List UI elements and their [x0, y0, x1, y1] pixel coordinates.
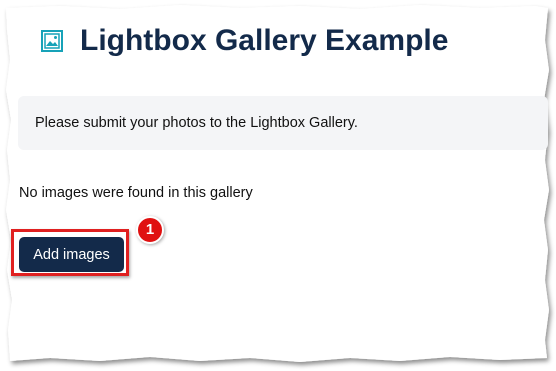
notice-text: Please submit your photos to the Lightbo…	[35, 115, 358, 131]
page-title: Lightbox Gallery Example	[80, 24, 449, 57]
empty-gallery-message: No images were found in this gallery	[19, 185, 253, 201]
step-badge: 1	[136, 216, 164, 244]
image-icon	[41, 30, 63, 52]
add-images-button[interactable]: Add images	[19, 237, 124, 272]
